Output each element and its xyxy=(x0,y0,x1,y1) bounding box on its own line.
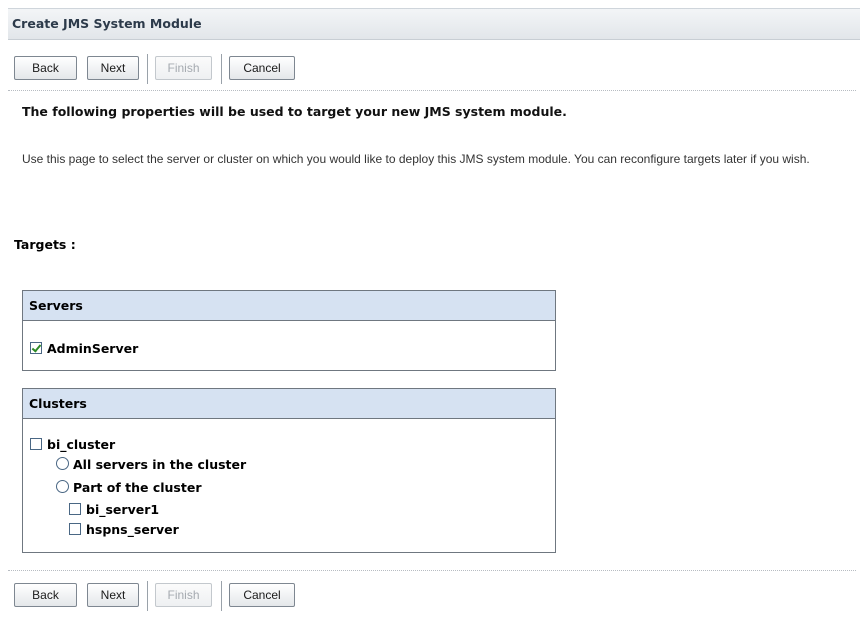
button-separator xyxy=(221,54,222,84)
bi-server1-checkbox[interactable] xyxy=(69,503,81,515)
adminserver-checkbox[interactable] xyxy=(30,342,42,354)
member-row-hspns-server[interactable]: hspns_server xyxy=(69,522,269,538)
bi-cluster-checkbox[interactable] xyxy=(30,438,42,450)
bi-cluster-label: bi_cluster xyxy=(47,437,116,452)
back-button[interactable]: Back xyxy=(14,583,77,607)
cancel-button[interactable]: Cancel xyxy=(229,583,295,607)
intro-heading: The following properties will be used to… xyxy=(22,104,567,119)
page-title-bar: Create JMS System Module xyxy=(8,8,860,40)
option-part-of-cluster[interactable]: Part of the cluster xyxy=(56,480,336,496)
member-row-bi-server1[interactable]: bi_server1 xyxy=(69,502,269,518)
intro-description: Use this page to select the server or cl… xyxy=(22,152,810,166)
clusters-panel: Clusters bi_cluster All servers in the c… xyxy=(22,388,556,553)
finish-button[interactable]: Finish xyxy=(155,56,212,80)
cancel-button[interactable]: Cancel xyxy=(229,56,295,80)
servers-panel: Servers AdminServer xyxy=(22,290,556,371)
bi-server1-label: bi_server1 xyxy=(86,502,160,517)
divider xyxy=(8,90,856,91)
button-separator xyxy=(147,54,148,84)
option-all-servers[interactable]: All servers in the cluster xyxy=(56,457,336,473)
targets-label: Targets : xyxy=(14,237,76,252)
server-row-adminserver[interactable]: AdminServer xyxy=(30,341,230,357)
back-button[interactable]: Back xyxy=(14,56,77,80)
next-button[interactable]: Next xyxy=(87,56,139,80)
servers-header: Servers xyxy=(23,291,555,321)
all-servers-label: All servers in the cluster xyxy=(73,457,247,472)
next-button[interactable]: Next xyxy=(87,583,139,607)
clusters-header: Clusters xyxy=(23,389,555,419)
part-of-cluster-radio[interactable] xyxy=(56,480,69,493)
button-separator xyxy=(147,581,148,611)
adminserver-label: AdminServer xyxy=(47,341,139,356)
part-of-cluster-label: Part of the cluster xyxy=(73,480,202,495)
divider xyxy=(8,570,856,571)
button-separator xyxy=(221,581,222,611)
cluster-row-bi-cluster[interactable]: bi_cluster xyxy=(30,437,230,453)
page-title: Create JMS System Module xyxy=(12,16,202,31)
hspns-server-label: hspns_server xyxy=(86,522,179,537)
finish-button[interactable]: Finish xyxy=(155,583,212,607)
all-servers-radio[interactable] xyxy=(56,457,69,470)
hspns-server-checkbox[interactable] xyxy=(69,523,81,535)
